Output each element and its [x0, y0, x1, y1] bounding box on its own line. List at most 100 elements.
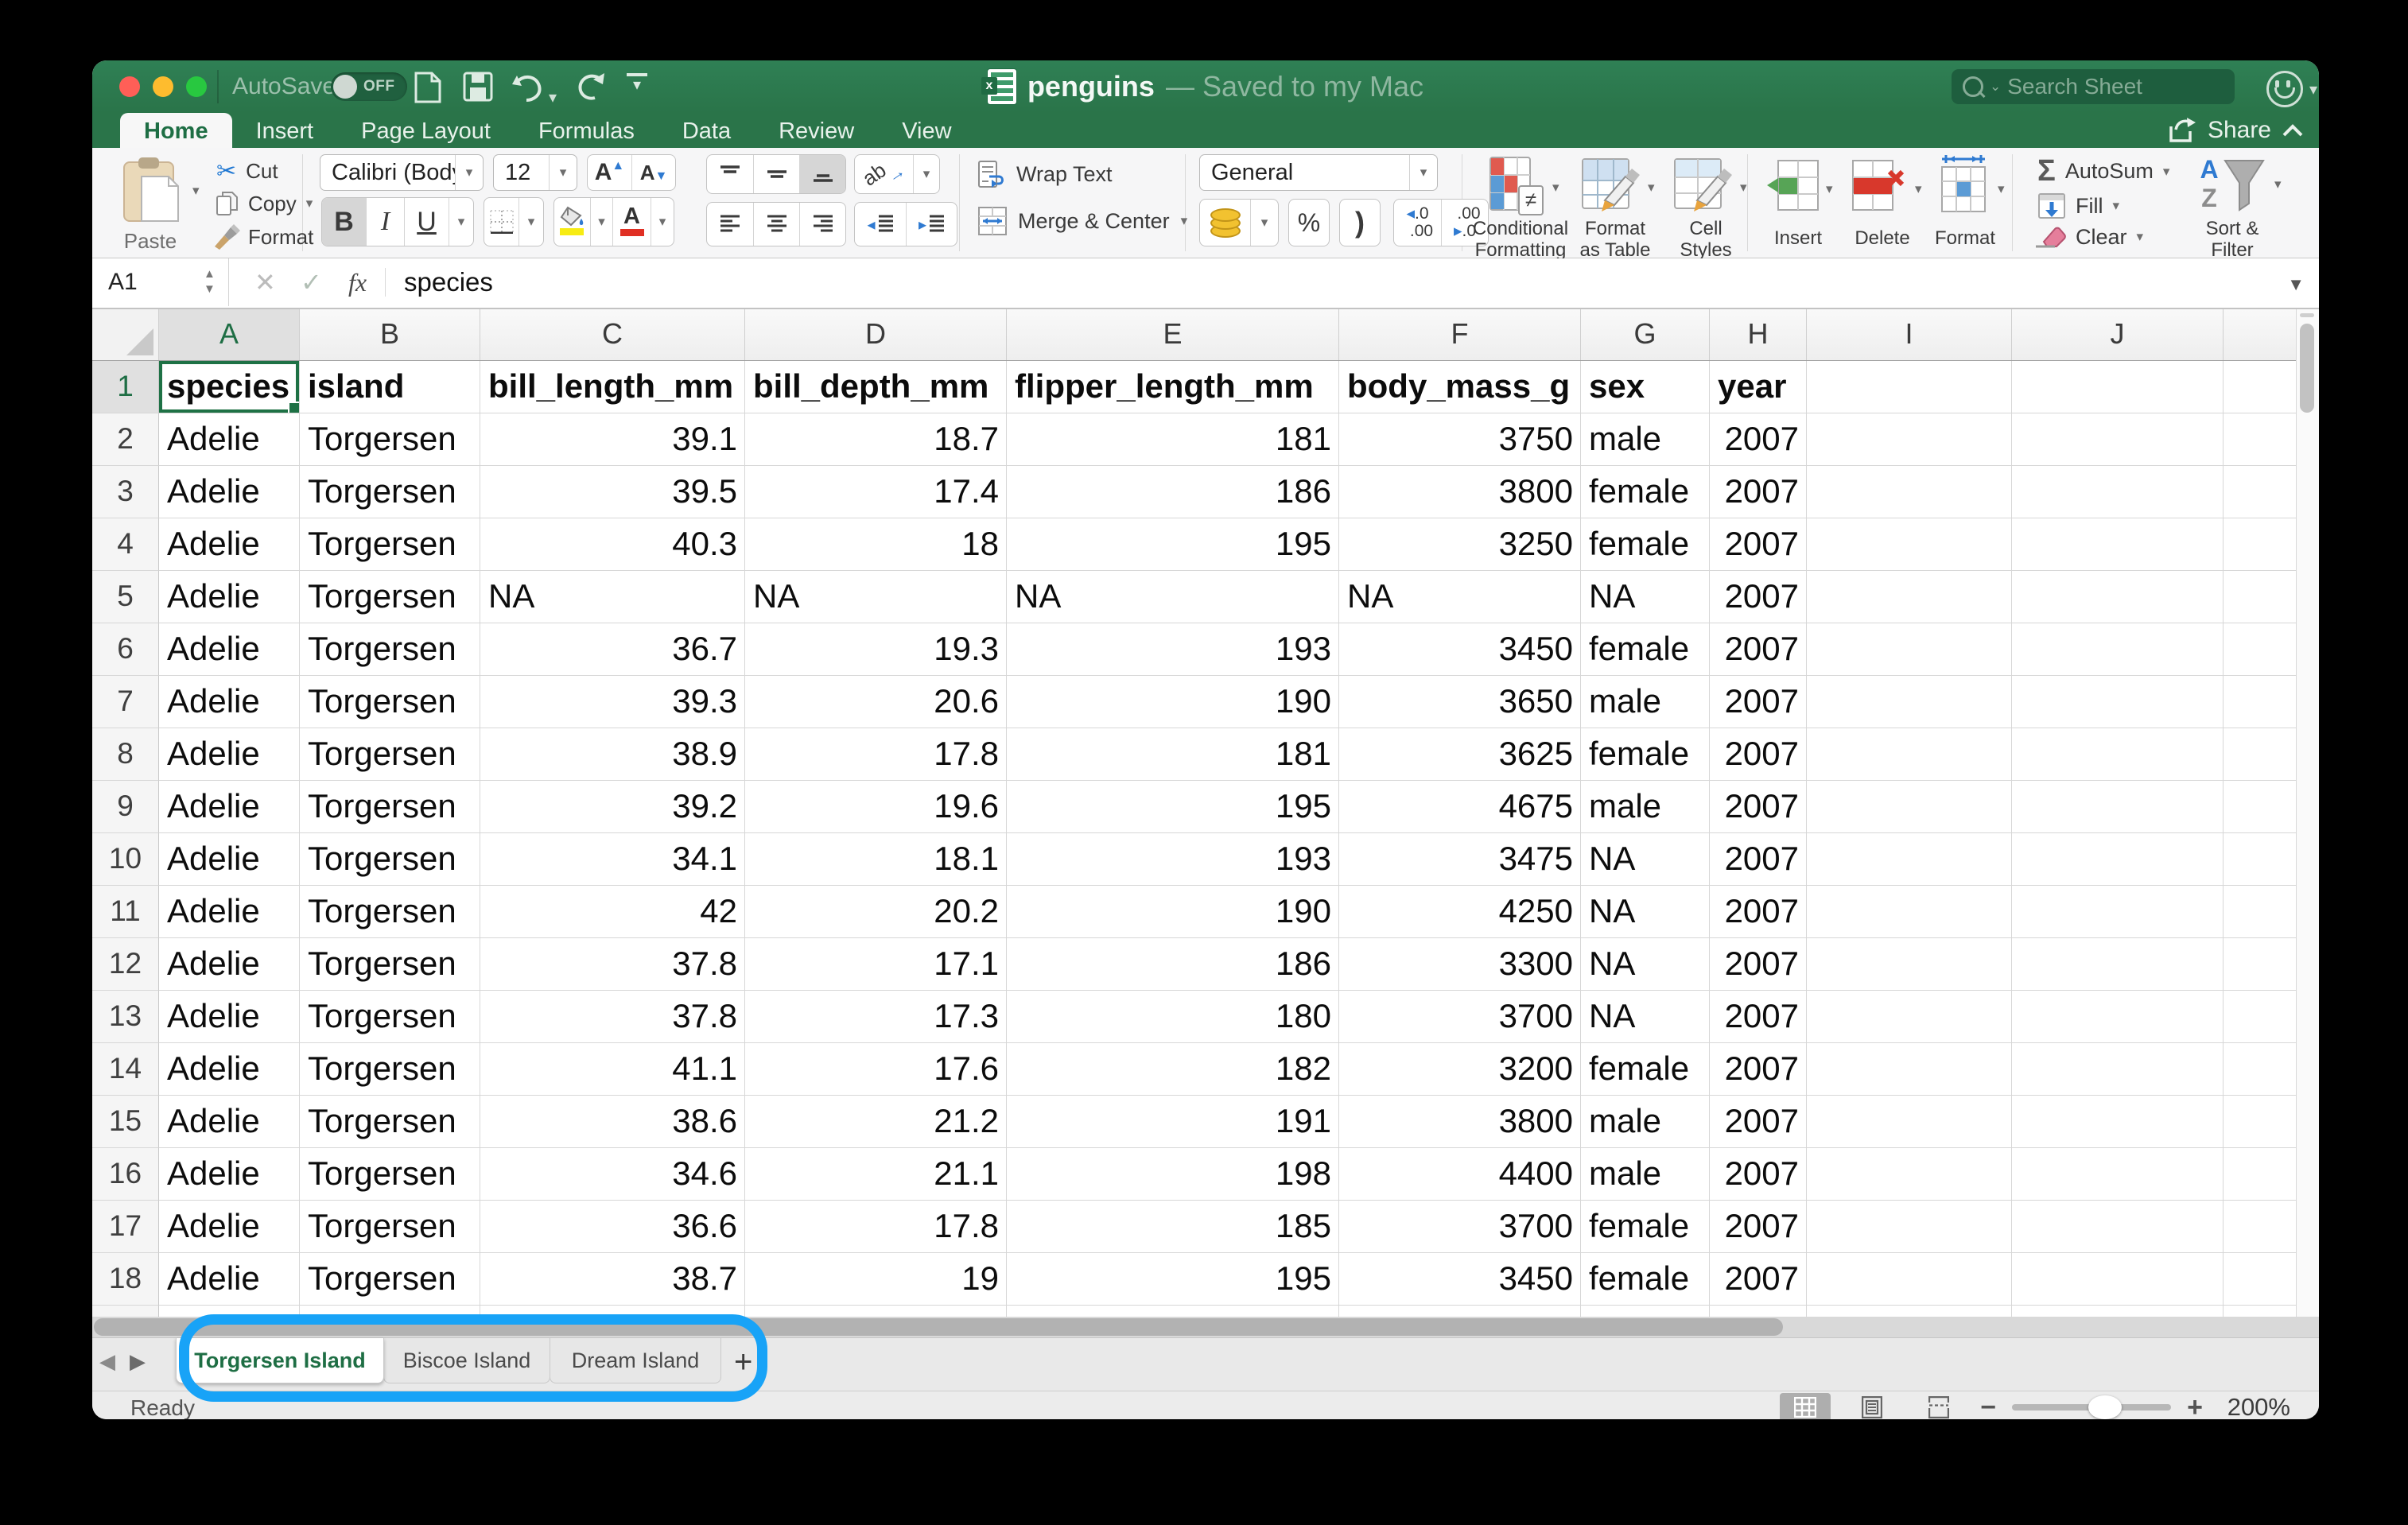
- cell[interactable]: Torgersen: [300, 1043, 480, 1096]
- column-header-I[interactable]: I: [1807, 309, 2012, 360]
- formula-input[interactable]: species: [404, 258, 493, 306]
- cell[interactable]: Torgersen: [300, 1148, 480, 1201]
- cut-button[interactable]: ✂ Cut: [216, 157, 278, 185]
- cell[interactable]: 19.6: [745, 781, 1007, 833]
- cell[interactable]: 198: [1007, 1148, 1339, 1201]
- cell[interactable]: 38.7: [480, 1253, 745, 1306]
- column-header-C[interactable]: C: [480, 309, 745, 360]
- cell[interactable]: [2012, 1201, 2224, 1253]
- decrease-indent-button[interactable]: ◂: [855, 203, 907, 246]
- new-workbook-icon[interactable]: [414, 72, 442, 103]
- decrease-font-size-button[interactable]: A ▼: [632, 155, 675, 190]
- cell[interactable]: Adelie: [159, 676, 300, 728]
- cell[interactable]: 19.3: [745, 623, 1007, 676]
- cell[interactable]: Torgersen: [300, 571, 480, 623]
- cell[interactable]: 2007: [1710, 466, 1807, 518]
- name-box-spinner[interactable]: ▲ ▼: [204, 266, 216, 297]
- cell[interactable]: [2224, 571, 2297, 623]
- cell[interactable]: 4500: [1339, 1306, 1581, 1317]
- cell[interactable]: Adelie: [159, 413, 300, 466]
- cell[interactable]: 21.1: [745, 1148, 1007, 1201]
- cell[interactable]: 2007: [1710, 781, 1807, 833]
- cell[interactable]: [1807, 361, 2012, 413]
- align-right-button[interactable]: [800, 203, 845, 246]
- number-format-select[interactable]: General ▾: [1199, 154, 1438, 191]
- align-center-button[interactable]: [754, 203, 800, 246]
- cell-styles-button[interactable]: [1673, 156, 1734, 216]
- cell[interactable]: male: [1581, 1306, 1710, 1317]
- paste-button[interactable]: [121, 156, 183, 224]
- row-header-2[interactable]: 2: [92, 413, 159, 466]
- cell[interactable]: [1807, 466, 2012, 518]
- cell[interactable]: [1807, 1148, 2012, 1201]
- tab-review[interactable]: Review: [755, 113, 878, 148]
- minimize-window-button[interactable]: [153, 76, 173, 97]
- column-header-partial[interactable]: [2224, 309, 2297, 360]
- feedback-smiley-icon[interactable]: [2266, 71, 2303, 107]
- cell[interactable]: flipper_length_mm: [1007, 361, 1339, 413]
- cell[interactable]: 2007: [1710, 518, 1807, 571]
- fill-button[interactable]: Fill ▾: [2037, 192, 2119, 219]
- save-icon[interactable]: [463, 72, 493, 102]
- cell[interactable]: [2224, 518, 2297, 571]
- underline-button[interactable]: U: [405, 198, 449, 246]
- column-header-E[interactable]: E: [1007, 309, 1339, 360]
- cell[interactable]: 191: [1007, 1096, 1339, 1148]
- cell[interactable]: [2224, 1096, 2297, 1148]
- cell[interactable]: 195: [1007, 518, 1339, 571]
- cell[interactable]: [1807, 1253, 2012, 1306]
- increase-indent-button[interactable]: ▸: [907, 203, 957, 246]
- cell[interactable]: 2007: [1710, 1253, 1807, 1306]
- format-painter-button[interactable]: Format: [213, 224, 313, 250]
- row-header-15[interactable]: 15: [92, 1096, 159, 1148]
- cell[interactable]: 39.2: [480, 781, 745, 833]
- cell[interactable]: Torgersen: [300, 1201, 480, 1253]
- cell[interactable]: [2224, 623, 2297, 676]
- cell[interactable]: [2012, 1148, 2224, 1201]
- bold-button[interactable]: B: [322, 198, 367, 246]
- cell[interactable]: 34.6: [480, 1148, 745, 1201]
- cell[interactable]: 190: [1007, 676, 1339, 728]
- cell[interactable]: 181: [1007, 728, 1339, 781]
- cell[interactable]: female: [1581, 518, 1710, 571]
- cell[interactable]: [1807, 623, 2012, 676]
- cell[interactable]: [2012, 1043, 2224, 1096]
- cell[interactable]: 2007: [1710, 1096, 1807, 1148]
- collapse-ribbon-icon[interactable]: [2282, 124, 2303, 137]
- cell[interactable]: Torgersen: [300, 991, 480, 1043]
- cell[interactable]: male: [1581, 676, 1710, 728]
- enter-icon[interactable]: ✓: [301, 258, 322, 306]
- share-button[interactable]: Share: [2168, 113, 2303, 148]
- tab-page-layout[interactable]: Page Layout: [337, 113, 515, 148]
- cell[interactable]: 180: [1007, 991, 1339, 1043]
- cell[interactable]: 186: [1007, 938, 1339, 991]
- cell[interactable]: [2224, 781, 2297, 833]
- cell[interactable]: 17.4: [745, 466, 1007, 518]
- cell[interactable]: [2224, 1148, 2297, 1201]
- zoom-in-button[interactable]: +: [2187, 1392, 2203, 1420]
- cell[interactable]: Adelie: [159, 1201, 300, 1253]
- cell[interactable]: NA: [1581, 833, 1710, 886]
- cell[interactable]: 193: [1007, 623, 1339, 676]
- cell[interactable]: [2224, 833, 2297, 886]
- cell[interactable]: 3700: [1339, 1201, 1581, 1253]
- cell[interactable]: female: [1581, 1253, 1710, 1306]
- cell[interactable]: body_mass_g: [1339, 361, 1581, 413]
- cell[interactable]: 193: [1007, 833, 1339, 886]
- undo-dropdown-icon[interactable]: ▾: [549, 87, 557, 107]
- cell[interactable]: [1807, 1306, 2012, 1317]
- cell[interactable]: Torgersen: [300, 781, 480, 833]
- align-bottom-button[interactable]: [800, 155, 845, 193]
- cell[interactable]: [2012, 1253, 2224, 1306]
- comma-style-button[interactable]: ): [1339, 199, 1381, 246]
- cell[interactable]: 3200: [1339, 1043, 1581, 1096]
- cell[interactable]: NA: [1581, 991, 1710, 1043]
- row-header-8[interactable]: 8: [92, 728, 159, 781]
- cell[interactable]: [2224, 361, 2297, 413]
- cell[interactable]: 195: [1007, 1253, 1339, 1306]
- cell[interactable]: [2224, 1201, 2297, 1253]
- vertical-scrollbar-thumb[interactable]: [2300, 324, 2314, 413]
- cell[interactable]: Torgersen: [300, 1306, 480, 1317]
- cell[interactable]: 39.5: [480, 466, 745, 518]
- cell[interactable]: 2007: [1710, 676, 1807, 728]
